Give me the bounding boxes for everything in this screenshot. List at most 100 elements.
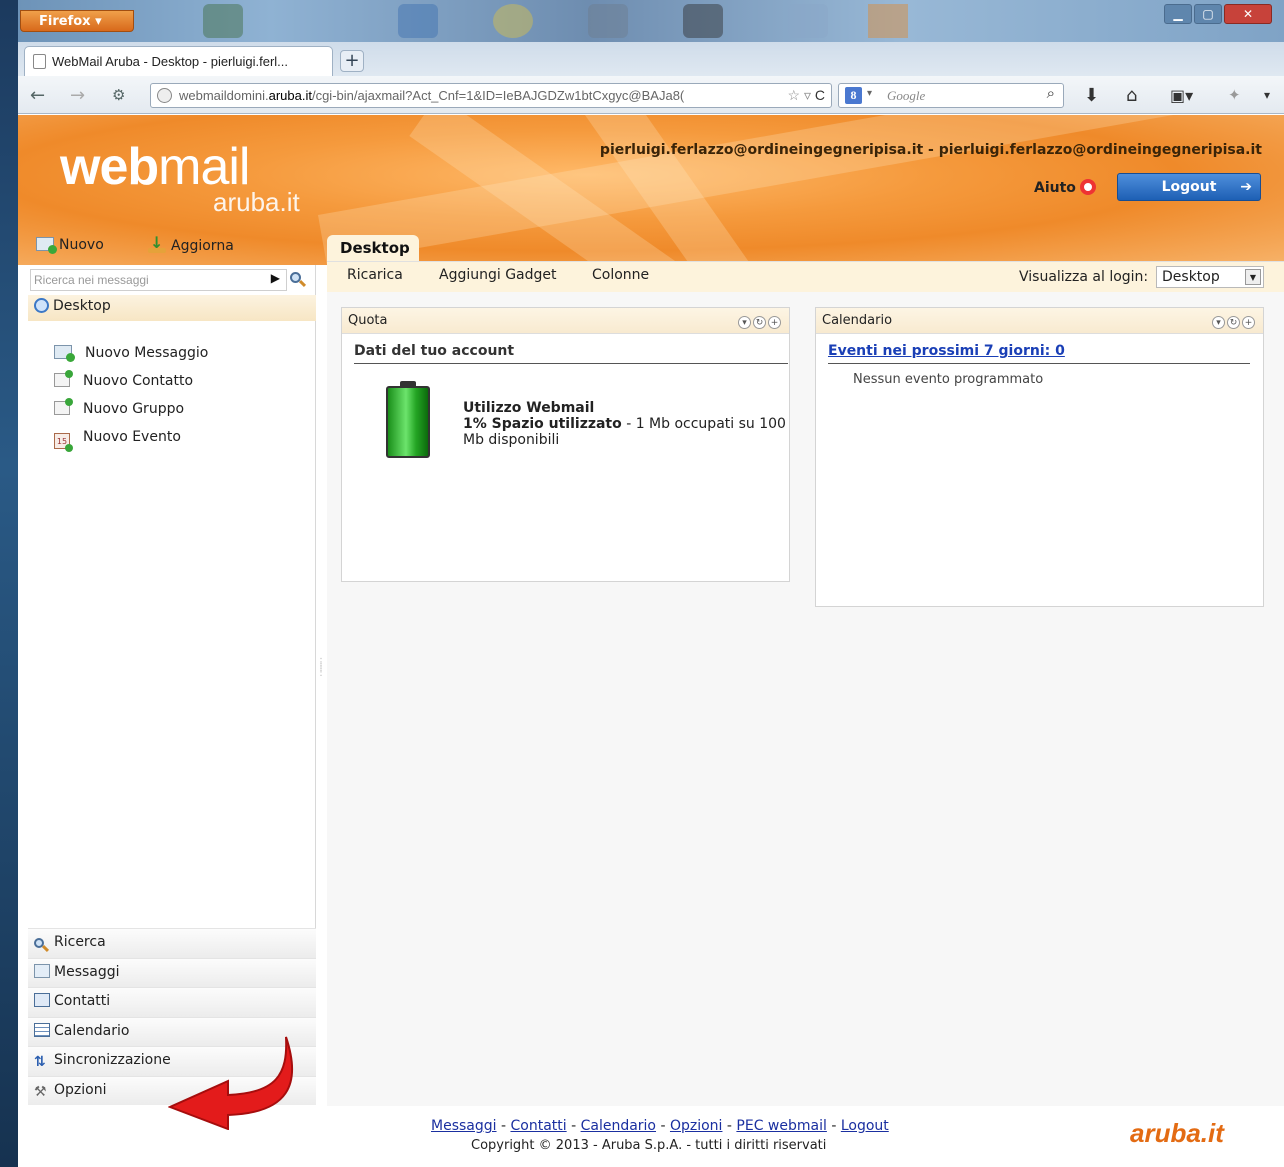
refresh-icon — [148, 233, 166, 253]
footer-link-calendario[interactable]: Calendario — [581, 1118, 656, 1134]
footer-link-opzioni[interactable]: Opzioni — [670, 1118, 722, 1134]
red-arrow-annotation — [168, 1036, 294, 1130]
logout-button[interactable]: Logout ➔ — [1117, 173, 1261, 201]
forward-arrow-icon[interactable]: → — [70, 85, 85, 106]
calendar-event-icon: 15 — [54, 433, 73, 452]
search-engine-icon[interactable]: 8 — [845, 87, 862, 104]
separator: - — [656, 1118, 670, 1134]
footer-link-logout[interactable]: Logout — [841, 1118, 889, 1134]
refresh-icon[interactable]: ↻ — [753, 316, 766, 329]
new-contact-link[interactable]: Nuovo Contatto — [54, 370, 194, 389]
refresh-icon[interactable]: ↻ — [1227, 316, 1240, 329]
calendar-icon — [34, 1022, 50, 1037]
close-icon[interactable]: + — [1242, 316, 1255, 329]
search-bar[interactable]: 8 ▾ Google ⌕ — [838, 83, 1064, 108]
section-messages[interactable]: Messaggi — [28, 957, 316, 987]
new-tab-button[interactable]: + — [340, 50, 364, 72]
resize-grip[interactable]: ⋮ ⋮ ⋮ — [316, 658, 326, 682]
minimize-button[interactable]: ▁ — [1164, 4, 1192, 24]
collapse-icon[interactable]: ▾ — [738, 316, 751, 329]
search-icon — [34, 936, 50, 950]
chevron-down-icon[interactable]: ▾ — [867, 88, 872, 99]
url-domain: aruba.it — [268, 88, 312, 103]
reload-link[interactable]: Ricarica — [347, 267, 403, 283]
collapse-icon[interactable]: ▾ — [1212, 316, 1225, 329]
logo-web: web — [60, 138, 159, 196]
new-group-label: Nuovo Gruppo — [83, 401, 185, 417]
message-search-input[interactable]: Ricerca nei messaggi ▶ — [30, 269, 287, 291]
browser-window: Firefox ▾ ▁ ▢ ✕ WebMail Aruba - Desktop … — [18, 0, 1284, 1167]
quota-gadget: Quota ▾ ↻ + Dati del tuo account Utilizzo … — [341, 307, 790, 582]
new-contact-label: Nuovo Contatto — [83, 373, 194, 389]
background-thumbnail — [588, 4, 628, 38]
gadget-header: Calendario ▾ ↻ + — [816, 308, 1263, 334]
search-icon[interactable] — [290, 271, 301, 287]
download-icon[interactable]: ⬇ — [1084, 85, 1099, 106]
refresh-button[interactable]: Aggiorna — [148, 233, 234, 254]
section-label: Calendario — [54, 1022, 130, 1039]
back-arrow-icon[interactable]: ← — [30, 85, 45, 106]
footer-link-contatti[interactable]: Contatti — [510, 1118, 566, 1134]
new-event-link[interactable]: 15 Nuovo Evento — [54, 429, 181, 452]
sync-icon: ⇅ — [34, 1054, 46, 1070]
help-label: Aiuto — [1034, 180, 1076, 196]
no-events-text: Nessun evento programmato — [853, 372, 1044, 387]
url-bar[interactable]: webmaildomini.aruba.it/cgi-bin/ajaxmail?… — [150, 83, 832, 108]
calendar-gadget: Calendario ▾ ↻ + Eventi nei prossimi 7 gio… — [815, 307, 1264, 607]
close-window-button[interactable]: ✕ — [1224, 4, 1272, 24]
new-label: Nuovo — [59, 237, 104, 253]
home-icon[interactable]: ⌂ — [1126, 85, 1137, 106]
addon-icon[interactable]: ▣▾ — [1170, 86, 1193, 105]
menu-icon[interactable]: ▾ — [1264, 88, 1270, 102]
background-thumbnail — [868, 4, 908, 38]
background-thumbnail — [398, 4, 438, 38]
sidebar-item-desktop[interactable]: Desktop — [28, 295, 316, 321]
help-link[interactable]: Aiuto — [1034, 179, 1096, 196]
upcoming-events: Eventi nei prossimi 7 giorni: 0 — [828, 343, 1250, 364]
add-gadget-link[interactable]: Aggiungi Gadget — [439, 267, 557, 283]
usage-percent: 1% Spazio utilizzato — [463, 416, 622, 432]
columns-link[interactable]: Colonne — [592, 267, 649, 283]
star-icon[interactable]: ☆ — [788, 87, 801, 103]
background-thumbnail — [493, 4, 533, 38]
dropdown-icon[interactable]: ▿ — [804, 87, 811, 103]
background-thumbnail — [203, 4, 243, 38]
page-favicon-icon — [33, 54, 46, 69]
magnifier-shape — [34, 938, 44, 948]
new-button[interactable]: Nuovo — [36, 237, 104, 254]
section-label: Opzioni — [54, 1081, 107, 1098]
plugin-icon[interactable]: ✦ — [1228, 86, 1241, 104]
footer-link-pec[interactable]: PEC webmail — [736, 1118, 826, 1134]
copyright: Copyright © 2013 - Aruba S.p.A. - tutti … — [471, 1138, 827, 1153]
search-icon[interactable]: ⌕ — [1047, 85, 1055, 103]
gadget-title: Calendario — [822, 313, 893, 328]
close-icon[interactable]: + — [768, 316, 781, 329]
history-icon[interactable]: ⚙ — [112, 86, 125, 104]
maximize-button[interactable]: ▢ — [1194, 4, 1222, 24]
view-at-login-select[interactable]: Desktop ▼ — [1156, 266, 1264, 288]
firefox-menu-button[interactable]: Firefox ▾ — [20, 10, 134, 32]
footer-link-messaggi[interactable]: Messaggi — [431, 1118, 497, 1134]
separator: - — [566, 1118, 581, 1134]
logout-label: Logout — [1161, 179, 1217, 195]
new-group-link[interactable]: Nuovo Gruppo — [54, 398, 185, 417]
globe-icon — [157, 88, 172, 103]
new-message-link[interactable]: Nuovo Messaggio — [54, 345, 208, 362]
section-contacts[interactable]: Contatti — [28, 987, 316, 1017]
separator: - — [826, 1118, 841, 1134]
title-bar: Firefox ▾ ▁ ▢ ✕ — [18, 0, 1284, 42]
tab-desktop[interactable]: Desktop — [327, 235, 419, 261]
new-event-label: Nuovo Evento — [83, 429, 181, 445]
reload-icon[interactable]: C — [815, 87, 825, 103]
battery-icon — [386, 381, 430, 458]
play-icon[interactable]: ▶ — [271, 271, 280, 285]
header: webmail aruba.it pierluigi.ferlazzo@ordi… — [18, 115, 1284, 265]
tab-strip: WebMail Aruba - Desktop - pierluigi.ferl… — [18, 42, 1284, 76]
browser-tab[interactable]: WebMail Aruba - Desktop - pierluigi.ferl… — [24, 46, 333, 76]
desktop-icon — [34, 298, 49, 313]
quota-usage: Utilizzo Webmail 1% Spazio utilizzato - … — [463, 400, 793, 448]
section-search[interactable]: Ricerca — [28, 928, 316, 958]
webmail-page: webmail aruba.it pierluigi.ferlazzo@ordi… — [18, 115, 1284, 1167]
upcoming-events-link[interactable]: Eventi nei prossimi 7 giorni: 0 — [828, 343, 1065, 359]
view-at-login-label: Visualizza al login: — [1019, 269, 1149, 285]
